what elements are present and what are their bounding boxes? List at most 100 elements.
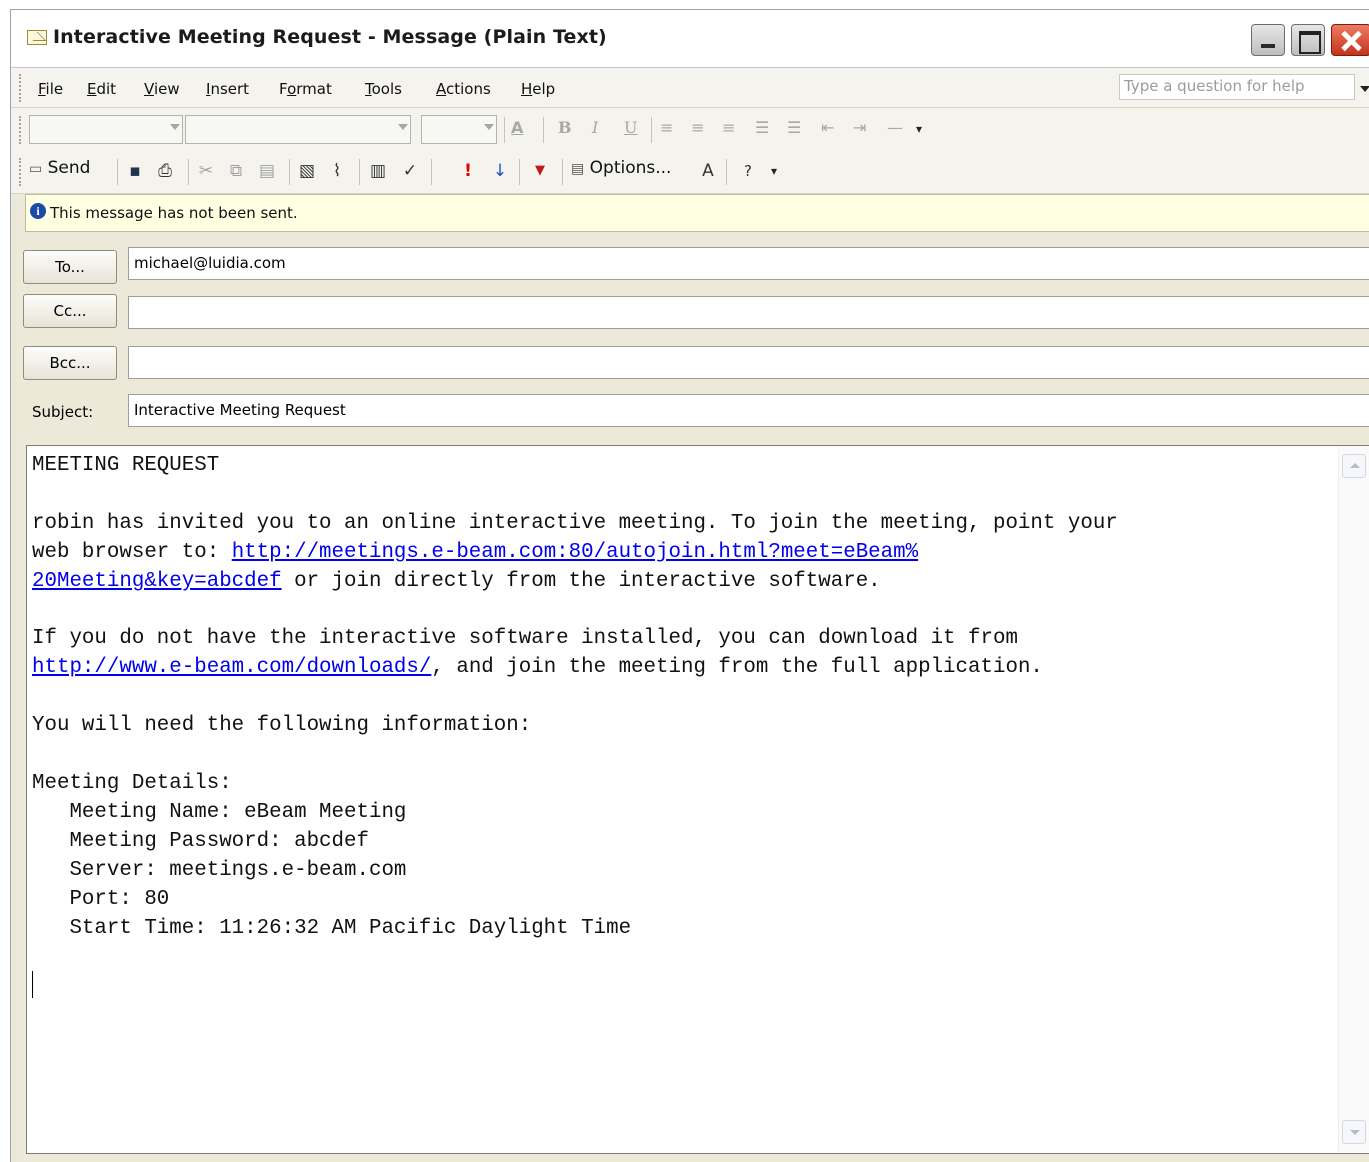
- follow-up-flag-icon[interactable]: ▼: [529, 160, 551, 182]
- body-heading: MEETING REQUEST: [32, 454, 220, 477]
- numbered-list-icon[interactable]: ☰: [755, 118, 769, 137]
- font-combo[interactable]: [185, 115, 411, 144]
- message-format-icon[interactable]: A: [697, 160, 719, 182]
- high-importance-icon[interactable]: !: [457, 160, 479, 182]
- detail-server: Server: meetings.e-beam.com: [32, 858, 407, 882]
- attachment-icon[interactable]: ⌇: [326, 160, 348, 182]
- menubar-grip[interactable]: [19, 74, 22, 102]
- info-bar: i This message has not been sent.: [25, 194, 1369, 232]
- stdbar-grip[interactable]: [19, 158, 22, 186]
- paste-icon[interactable]: ▤: [256, 160, 278, 182]
- underline-icon[interactable]: U: [624, 118, 637, 137]
- print-icon[interactable]: ⎙: [154, 160, 176, 182]
- increase-indent-icon[interactable]: ⇥: [853, 118, 866, 137]
- maximize-button[interactable]: [1291, 24, 1325, 56]
- menu-insert[interactable]: Insert: [206, 80, 249, 98]
- menu-bar: File Edit View Insert Format Tools Actio…: [11, 68, 1369, 108]
- separator: [117, 159, 118, 185]
- menu-tools[interactable]: Tools: [365, 80, 402, 98]
- horizontal-line-icon[interactable]: —: [887, 118, 903, 137]
- style-combo[interactable]: [29, 115, 183, 144]
- bold-icon[interactable]: B: [558, 118, 572, 137]
- separator: [543, 117, 544, 143]
- chevron-down-icon: [398, 124, 408, 130]
- menu-actions[interactable]: Actions: [436, 80, 491, 98]
- italic-icon[interactable]: I: [592, 118, 598, 137]
- cc-button[interactable]: Cc...: [23, 294, 117, 328]
- align-center-icon[interactable]: ≡: [691, 118, 704, 137]
- cc-field[interactable]: [128, 296, 1369, 329]
- bullet-list-icon[interactable]: ☰: [787, 118, 801, 137]
- menu-format[interactable]: Format: [279, 80, 332, 98]
- menu-format-label: Format: [279, 80, 332, 98]
- font-color-icon[interactable]: A: [511, 118, 523, 137]
- bcc-field[interactable]: [128, 346, 1369, 379]
- menu-edit[interactable]: Edit: [87, 80, 116, 98]
- minimize-button[interactable]: [1251, 24, 1285, 56]
- to-button[interactable]: To...: [23, 250, 117, 284]
- message-body-text[interactable]: MEETING REQUEST robin has invited you to…: [32, 452, 1332, 943]
- cut-icon[interactable]: ✂: [195, 160, 217, 182]
- save-icon[interactable]: ▪: [124, 160, 146, 182]
- menu-file-label: File: [38, 80, 64, 98]
- separator: [289, 159, 290, 185]
- separator: [359, 159, 360, 185]
- font-size-combo[interactable]: [421, 115, 497, 144]
- toolbar-options-chevron-icon[interactable]: ▾: [763, 160, 785, 182]
- menu-tools-label: Tools: [365, 80, 402, 98]
- invite-line: robin has invited you to an online inter…: [32, 511, 1118, 535]
- help-icon[interactable]: ?: [737, 160, 759, 182]
- message-window: Interactive Meeting Request - Message (P…: [10, 9, 1369, 1162]
- join-link[interactable]: http://meetings.e-beam.com:80/autojoin.h…: [232, 541, 918, 564]
- send-button[interactable]: ▭ Send: [29, 158, 90, 186]
- menu-view[interactable]: View: [144, 80, 180, 98]
- chevron-down-icon: [484, 124, 494, 130]
- vertical-scrollbar[interactable]: [1338, 446, 1369, 1153]
- menu-file[interactable]: File: [38, 80, 63, 98]
- window-title: Interactive Meeting Request - Message (P…: [53, 26, 607, 48]
- invite-line: or join directly from the interactive so…: [281, 569, 881, 593]
- check-names-icon[interactable]: ✓: [399, 160, 421, 182]
- info-text: This message has not been sent.: [50, 204, 298, 222]
- help-dropdown-arrow-icon[interactable]: [1360, 86, 1369, 92]
- separator: [504, 117, 505, 143]
- message-body[interactable]: MEETING REQUEST robin has invited you to…: [26, 445, 1369, 1154]
- detail-start-time: Start Time: 11:26:32 AM Pacific Daylight…: [32, 916, 632, 940]
- insert-file-icon[interactable]: ▧: [296, 160, 318, 182]
- standard-toolbar: ▭ Send ▪ ⎙ ✂ ⧉ ▤ ▧ ⌇ ▥ ✓ ! ↓ ▼ ▤ Options…: [11, 150, 1369, 194]
- formatting-toolbar: A B I U ≡ ≡ ≡ ☰ ☰ ⇤ ⇥ — ▾: [11, 108, 1369, 150]
- download-link[interactable]: http://www.e-beam.com/downloads/: [32, 656, 431, 679]
- align-left-icon[interactable]: ≡: [660, 118, 673, 137]
- options-icon: ▤: [571, 161, 585, 177]
- text-caret: [32, 971, 33, 998]
- separator: [431, 159, 432, 185]
- options-button[interactable]: ▤ Options...: [571, 158, 671, 186]
- subject-field[interactable]: Interactive Meeting Request: [128, 394, 1369, 427]
- menu-view-label: View: [144, 80, 180, 98]
- scroll-down-icon[interactable]: [1342, 1120, 1366, 1144]
- decrease-indent-icon[interactable]: ⇤: [821, 118, 834, 137]
- low-importance-icon[interactable]: ↓: [489, 160, 511, 182]
- options-label: Options...: [589, 158, 672, 178]
- menu-edit-label: Edit: [87, 80, 117, 98]
- subject-label: Subject:: [32, 403, 94, 421]
- details-heading: Meeting Details:: [32, 771, 232, 795]
- join-link-continued[interactable]: 20Meeting&key=abcdef: [32, 570, 282, 593]
- send-icon: ▭: [29, 161, 43, 177]
- envelope-icon: [27, 30, 47, 45]
- fmtbar-grip[interactable]: [19, 116, 22, 144]
- to-field[interactable]: michael@luidia.com: [128, 247, 1369, 280]
- help-search-input[interactable]: Type a question for help: [1119, 74, 1355, 100]
- title-bar[interactable]: Interactive Meeting Request - Message (P…: [11, 10, 1369, 68]
- scroll-up-icon[interactable]: [1342, 454, 1366, 478]
- menu-help[interactable]: Help: [521, 80, 555, 98]
- menu-insert-label: Insert: [206, 80, 250, 98]
- address-book-icon[interactable]: ▥: [367, 160, 389, 182]
- separator: [519, 159, 520, 185]
- copy-icon[interactable]: ⧉: [225, 160, 247, 182]
- toolbar-options-chevron-icon[interactable]: ▾: [916, 122, 922, 136]
- detail-port: Port: 80: [32, 887, 170, 911]
- close-button[interactable]: [1331, 24, 1369, 56]
- align-right-icon[interactable]: ≡: [722, 118, 735, 137]
- bcc-button[interactable]: Bcc...: [23, 346, 117, 380]
